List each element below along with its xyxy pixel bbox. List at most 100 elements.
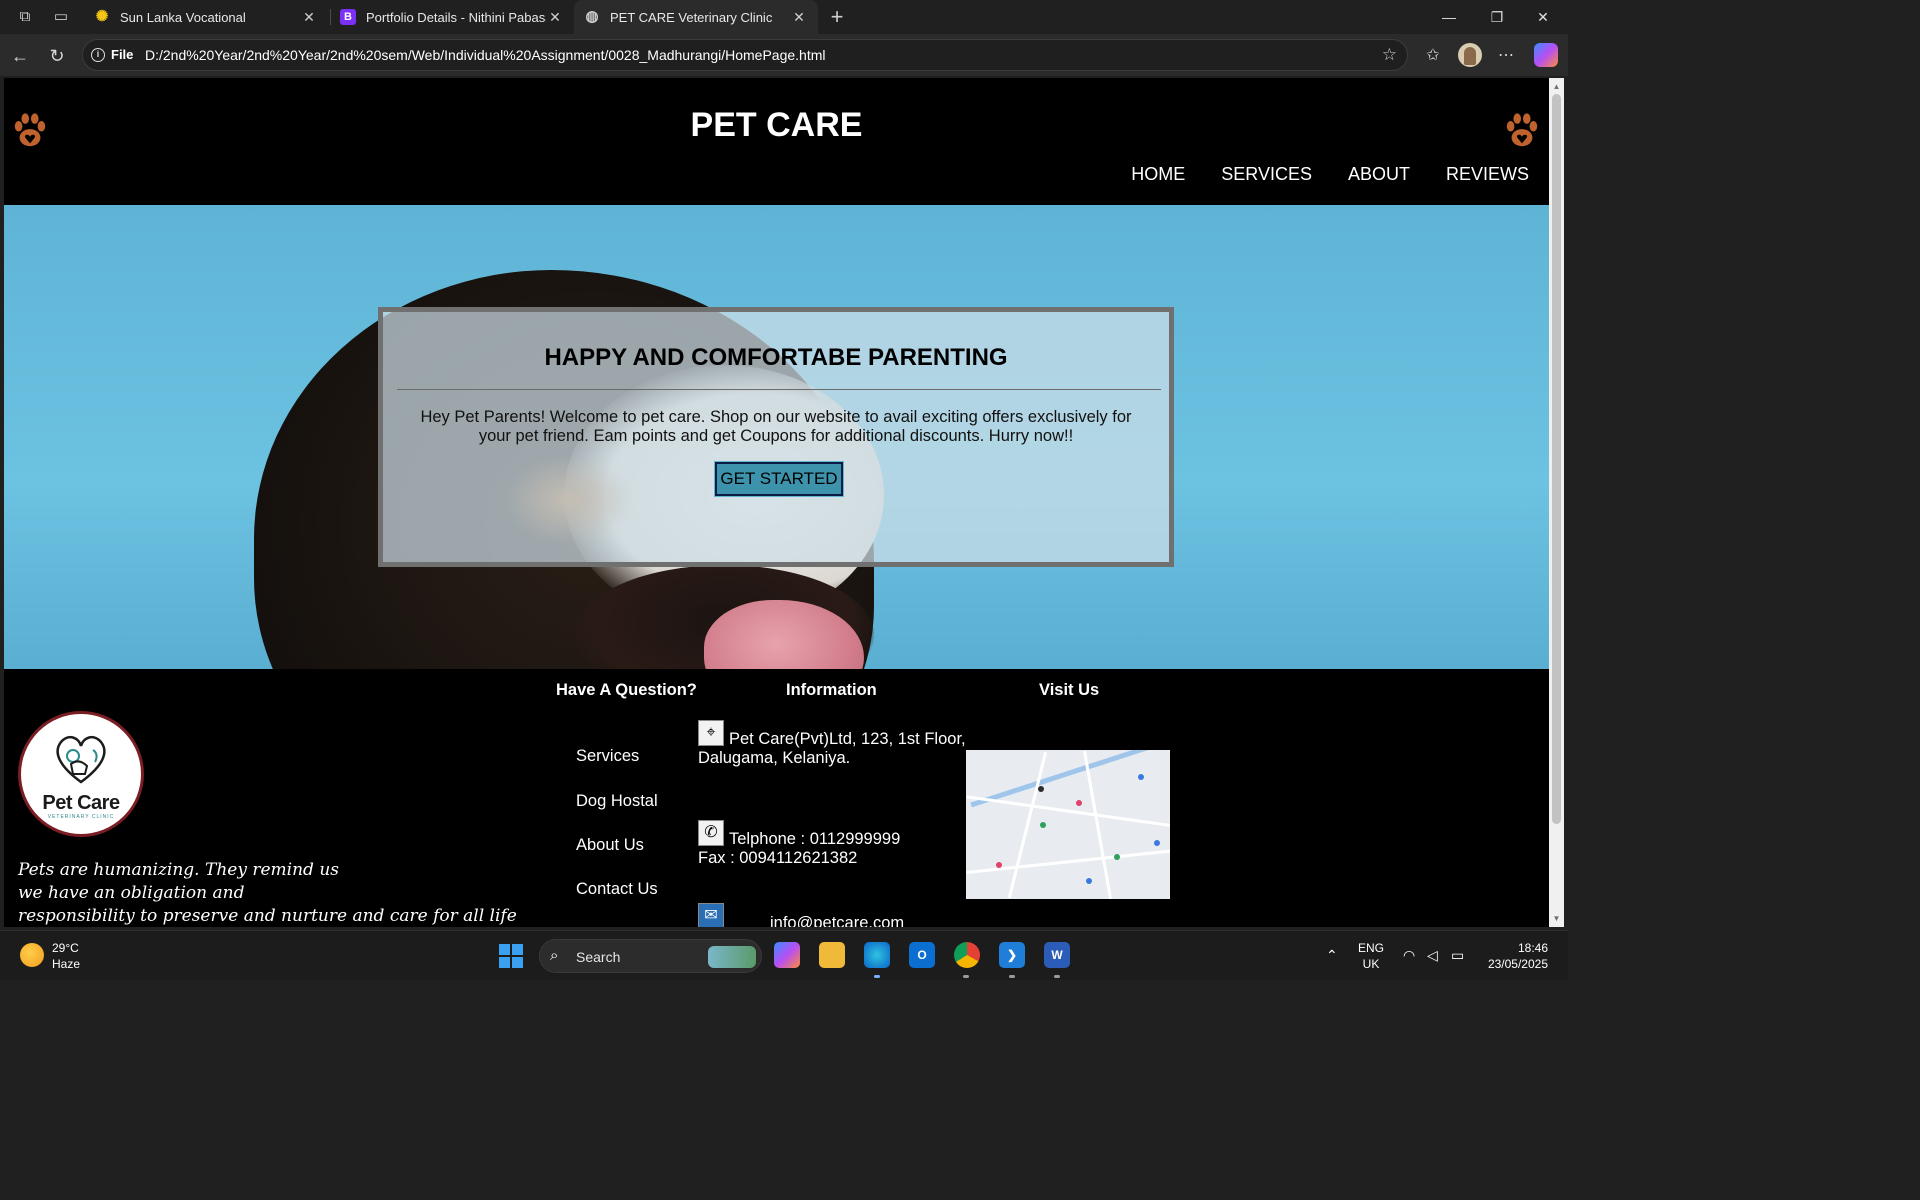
close-tab-icon[interactable]: ✕ [790,9,808,26]
address-field[interactable]: i File D:/2nd%20Year/2nd%20Year/2nd%20se… [82,39,1408,71]
address-text: Pet Care(Pvt)Ltd, 123, 1st Floor, Daluga… [698,730,966,767]
get-started-button[interactable]: GET STARTED [714,461,844,497]
globe-icon: ◍ [585,8,599,25]
logo-name: Pet Care [42,792,120,814]
minimize-icon[interactable]: — [1426,0,1472,34]
footer-quote: Pets are humanizing. They remind us we h… [18,859,517,927]
site-header: PET CARE HOME SERVICES ABOUT REVIEWS [4,78,1549,205]
more-options-icon[interactable]: ⋯ [1494,44,1518,68]
nav-home[interactable]: HOME [1131,164,1185,185]
edge-icon[interactable] [864,942,890,968]
pet-logo-icon [56,735,106,784]
file-explorer-icon[interactable] [819,942,845,968]
language-indicator[interactable]: ENG UK [1358,940,1384,972]
clock-date: 23/05/2025 [1487,957,1548,971]
search-highlight-image [708,946,756,968]
profile-avatar[interactable] [1458,43,1482,67]
hero-heading: HAPPY AND COMFORTABE PARENTING [544,344,1008,371]
weather-condition: Haze [52,957,81,971]
tab-title: Portfolio Details - Nithini Pabasara [366,9,546,25]
hero-text: Hey Pet Parents! Welcome to pet care. Sh… [420,408,1132,445]
new-tab-icon[interactable]: + [826,6,848,28]
vscode-icon[interactable]: ❯ [999,942,1025,968]
chevron-up-icon[interactable]: ⌃ [1326,947,1338,964]
site-title: PET CARE [690,106,863,144]
close-tab-icon[interactable]: ✕ [300,9,318,26]
search-icon: ⌕ [550,947,559,964]
tab-sun-lanka[interactable]: ✺ Sun Lanka Vocational ✕ [84,0,328,34]
back-icon[interactable]: ← [8,44,32,68]
region: UK [1362,957,1380,971]
question-heading: Have A Question? [556,681,697,699]
fax-text: Fax : 0094112621382 [698,849,858,867]
hero-section: HAPPY AND COMFORTABE PARENTING Hey Pet P… [4,205,1549,669]
info-icon[interactable]: i [91,48,105,62]
volume-icon[interactable]: ◁ [1427,947,1438,964]
address-bar-row: ← ↻ i File D:/2nd%20Year/2nd%20Year/2nd%… [0,34,1568,76]
hero-card: HAPPY AND COMFORTABE PARENTING Hey Pet P… [378,307,1174,567]
footer-link-services[interactable]: Services [576,747,639,766]
tab-pet-care[interactable]: ◍ PET CARE Veterinary Clinic ✕ [574,0,818,34]
email-link[interactable]: info@petcare.com [770,914,904,927]
weather-haze-icon[interactable] [20,943,44,967]
site-footer: Pet Care VETERINARY CLINIC Pets are huma… [4,669,1549,927]
quote-line: responsibility to preserve and nurture a… [18,906,517,926]
close-window-icon[interactable]: ✕ [1520,0,1566,34]
weather-widget[interactable]: 29°C Haze [52,940,80,972]
tab-title: Sun Lanka Vocational [120,9,246,25]
url-text[interactable]: D:/2nd%20Year/2nd%20Year/2nd%20sem/Web/I… [145,47,825,63]
footer-link-about[interactable]: About Us [576,836,644,855]
footer-link-dog-hostal[interactable]: Dog Hostal [576,792,658,811]
copilot-app-icon[interactable] [774,942,800,968]
clock-time: 18:46 [1517,941,1548,955]
nav-about[interactable]: ABOUT [1348,164,1410,185]
taskbar: 29°C Haze ⌕ Search O ❯ W ⌃ ENG UK ◠ ◁ ▭ … [0,930,1568,980]
phone-text: Telphone : 0112999999 [729,830,901,848]
scheme-label: File [111,47,134,62]
visit-heading: Visit Us [1039,681,1100,699]
favorite-star-icon[interactable]: ☆ [1382,45,1397,65]
information-heading: Information [786,681,877,699]
close-tab-icon[interactable]: ✕ [546,9,564,26]
tab-title: PET CARE Veterinary Clinic [610,9,773,25]
pet-care-logo: Pet Care VETERINARY CLINIC [18,711,144,837]
scroll-up-icon[interactable]: ▲ [1552,82,1561,91]
clock[interactable]: 18:46 23/05/2025 [1480,940,1548,972]
copilot-icon[interactable] [1534,43,1558,67]
scroll-down-icon[interactable]: ▼ [1552,914,1561,923]
mail-icon: ✉ [698,903,724,927]
chrome-icon[interactable] [954,942,980,968]
restore-icon[interactable]: ❐ [1474,0,1520,34]
vertical-tabs-icon[interactable]: ▭ [50,6,72,28]
quote-line: Pets are humanizing. They remind us [18,860,339,880]
battery-icon[interactable]: ▭ [1451,947,1464,964]
bootstrap-icon: B [340,9,356,25]
sun-icon: ✺ [95,8,109,25]
nav-reviews[interactable]: REVIEWS [1446,164,1529,185]
taskbar-search[interactable]: ⌕ Search [539,939,762,973]
page-scrollbar[interactable]: ▲ ▼ [1549,78,1564,927]
wifi-icon[interactable]: ◠ [1403,947,1415,964]
page-viewport: PET CARE HOME SERVICES ABOUT REVIEWS HAP… [4,78,1549,927]
footer-link-contact[interactable]: Contact Us [576,880,658,899]
divider [397,389,1161,390]
search-label: Search [576,949,621,965]
nav-services[interactable]: SERVICES [1221,164,1312,185]
favorites-icon[interactable]: ✩ [1421,44,1445,68]
refresh-icon[interactable]: ↻ [45,44,69,68]
phone-icon: ✆ [698,820,724,846]
tab-strip: ⧉ ▭ ✺ Sun Lanka Vocational ✕ B Portfolio… [0,0,1568,34]
language: ENG [1358,941,1385,955]
start-icon[interactable] [499,944,523,968]
tab-portfolio[interactable]: B Portfolio Details - Nithini Pabasara ✕ [330,0,574,34]
workspaces-icon[interactable]: ⧉ [14,6,36,28]
word-icon[interactable]: W [1044,942,1070,968]
main-nav: HOME SERVICES ABOUT REVIEWS [1131,164,1529,185]
location-map[interactable] [966,750,1170,899]
logo-tagline: VETERINARY CLINIC [47,814,115,820]
scroll-thumb[interactable] [1552,94,1561,824]
outlook-icon[interactable]: O [909,942,935,968]
quote-line: we have an obligation and [18,883,245,903]
weather-temp: 29°C [52,941,79,955]
paw-icon [1506,113,1538,147]
